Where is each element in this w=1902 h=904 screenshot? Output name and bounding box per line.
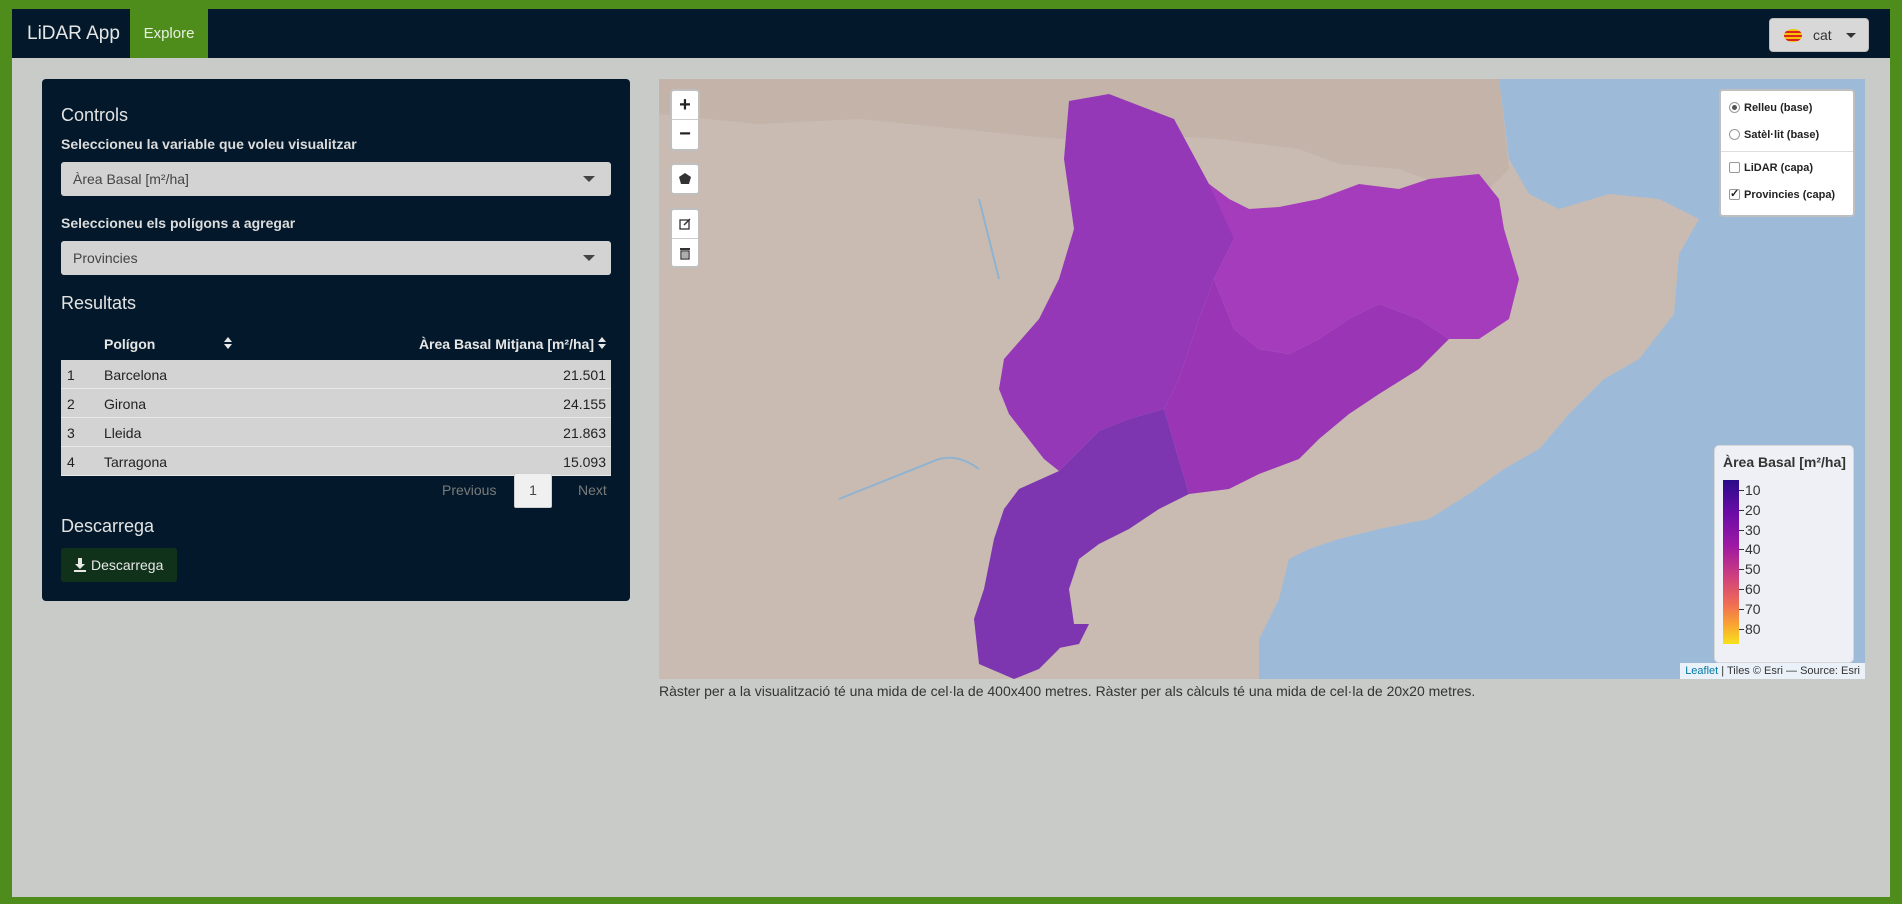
app-brand[interactable]: LiDAR App — [27, 9, 120, 58]
row-name: Barcelona — [104, 367, 168, 383]
language-label: cat — [1813, 27, 1832, 43]
variable-select-value: Àrea Basal [m²/ha] — [73, 171, 189, 187]
variable-label: Seleccioneu la variable que voleu visual… — [61, 136, 357, 152]
results-title: Resultats — [61, 293, 137, 313]
attribution-text: | Tiles © Esri — Source: Esri — [1718, 665, 1860, 677]
row-index: 4 — [67, 454, 75, 470]
zoom-control: + − — [670, 89, 700, 151]
legend-tick-label: 60 — [1745, 581, 1761, 597]
legend-tick-mark — [1739, 569, 1744, 571]
catalan-flag-icon — [1784, 29, 1802, 42]
table-row[interactable]: 4 Tarragona 15.093 — [61, 447, 611, 476]
polygons-select-value: Provincies — [73, 250, 138, 266]
column-header-polygon[interactable]: Polígon — [104, 336, 155, 352]
table-header: Polígon Àrea Basal Mitjana [m²/ha] — [61, 328, 611, 360]
legend-tick-mark — [1739, 628, 1744, 630]
radio-button[interactable] — [1729, 129, 1740, 140]
layer-option-satelit[interactable]: Satèl·lit (base) — [1729, 128, 1819, 142]
legend-tick-label: 20 — [1745, 501, 1761, 518]
raster-caption: Ràster per a la visualització té una mid… — [659, 683, 1476, 699]
map-tiles — [659, 79, 1865, 679]
layer-label: LiDAR (capa) — [1744, 162, 1814, 174]
chevron-down-icon — [583, 255, 595, 261]
edit-icon — [679, 218, 691, 230]
row-value: 21.501 — [563, 367, 606, 383]
map-legend: Àrea Basal [m²/ha] 10 20 30 40 50 60 70 80 — [1714, 445, 1854, 663]
legend-tick-mark — [1739, 608, 1744, 610]
row-name: Girona — [104, 396, 147, 412]
layer-label: Satèl·lit (base) — [1744, 129, 1820, 141]
zoom-out-button[interactable]: − — [672, 120, 698, 149]
row-value: 15.093 — [563, 454, 606, 470]
legend-tick-label: 70 — [1745, 600, 1761, 617]
draw-toolbar — [670, 163, 700, 195]
row-value: 24.155 — [563, 396, 606, 412]
row-value: 21.863 — [563, 425, 606, 441]
legend-tick-mark — [1739, 529, 1744, 531]
layers-divider — [1721, 151, 1853, 152]
row-name: Lleida — [104, 425, 142, 441]
legend-tick-label: 80 — [1745, 620, 1761, 637]
checkbox[interactable] — [1729, 187, 1740, 201]
download-title: Descarrega — [61, 516, 155, 536]
legend-tick-mark — [1739, 589, 1744, 590]
zoom-in-button[interactable]: + — [672, 91, 698, 120]
variable-select[interactable]: Àrea Basal [m²/ha] — [61, 162, 611, 196]
download-button-label: Descarrega — [91, 557, 164, 573]
chevron-down-icon — [1846, 33, 1856, 38]
layer-option-relleu[interactable]: Relleu (base) — [1729, 101, 1812, 115]
chevron-down-icon — [583, 176, 595, 182]
legend-title: Àrea Basal [m²/ha] — [1723, 454, 1846, 470]
polygon-icon — [679, 173, 691, 184]
legend-color-bar — [1723, 480, 1739, 644]
language-dropdown[interactable]: cat — [1769, 18, 1869, 52]
legend-tick-label: 10 — [1745, 482, 1761, 498]
controls-panel: Controls Seleccioneu la variable que vol… — [42, 79, 630, 601]
controls-title: Controls — [61, 105, 129, 125]
tab-explore[interactable]: Explore — [130, 9, 208, 58]
legend-tick-mark — [1739, 509, 1744, 511]
row-name: Tarragona — [104, 454, 168, 470]
pagination-page-1[interactable]: 1 — [514, 473, 552, 508]
layer-label: Relleu (base) — [1744, 102, 1813, 114]
row-index: 1 — [67, 367, 75, 383]
table-row[interactable]: 2 Girona 24.155 — [61, 389, 611, 418]
legend-tick-label: 30 — [1745, 521, 1761, 538]
leaflet-link[interactable]: Leaflet — [1685, 665, 1718, 677]
layers-control: Relleu (base) Satèl·lit (base) LiDAR (ca… — [1719, 89, 1855, 217]
download-button[interactable]: Descarrega — [61, 548, 177, 582]
column-header-value[interactable]: Àrea Basal Mitjana [m²/ha] — [419, 336, 594, 352]
row-index: 2 — [67, 396, 75, 412]
results-table-body: 1 Barcelona 21.501 2 Girona 24.155 3 Lle… — [61, 360, 611, 476]
edit-toolbar — [670, 208, 700, 268]
draw-polygon-button[interactable] — [672, 165, 698, 193]
download-icon — [74, 558, 86, 572]
pagination-next[interactable]: Next — [578, 482, 607, 498]
checkbox[interactable] — [1729, 162, 1740, 173]
sort-icon[interactable] — [224, 337, 232, 351]
trash-icon — [680, 248, 690, 260]
legend-tick-label: 50 — [1745, 561, 1761, 578]
edit-layers-button[interactable] — [672, 210, 698, 238]
legend-tick-mark — [1739, 549, 1744, 551]
radio-button[interactable] — [1729, 102, 1740, 113]
app-frame: LiDAR App Explore cat Controls Seleccion… — [12, 9, 1890, 897]
layer-label: Provincies (capa) — [1744, 189, 1836, 201]
table-row[interactable]: 1 Barcelona 21.501 — [61, 360, 611, 389]
sort-icon[interactable] — [598, 337, 606, 351]
row-index: 3 — [67, 425, 75, 441]
navbar: LiDAR App Explore cat — [12, 9, 1890, 58]
map-attribution: Leaflet | Tiles © Esri — Source: Esri — [1680, 663, 1865, 679]
legend-tick-mark — [1739, 490, 1744, 491]
delete-layers-button[interactable] — [672, 238, 698, 266]
polygons-select[interactable]: Provincies — [61, 241, 611, 275]
layer-option-lidar[interactable]: LiDAR (capa) — [1729, 161, 1813, 175]
pagination-previous[interactable]: Previous — [442, 482, 496, 498]
polygons-label: Seleccioneu els polígons a agregar — [61, 215, 296, 231]
legend-tick-label: 40 — [1745, 541, 1761, 558]
layer-option-provincies[interactable]: Provincies (capa) — [1729, 187, 1836, 202]
map-container[interactable]: + − Relleu (base) Satèl·lit (base) LiDAR… — [659, 79, 1865, 679]
table-row[interactable]: 3 Lleida 21.863 — [61, 418, 611, 447]
